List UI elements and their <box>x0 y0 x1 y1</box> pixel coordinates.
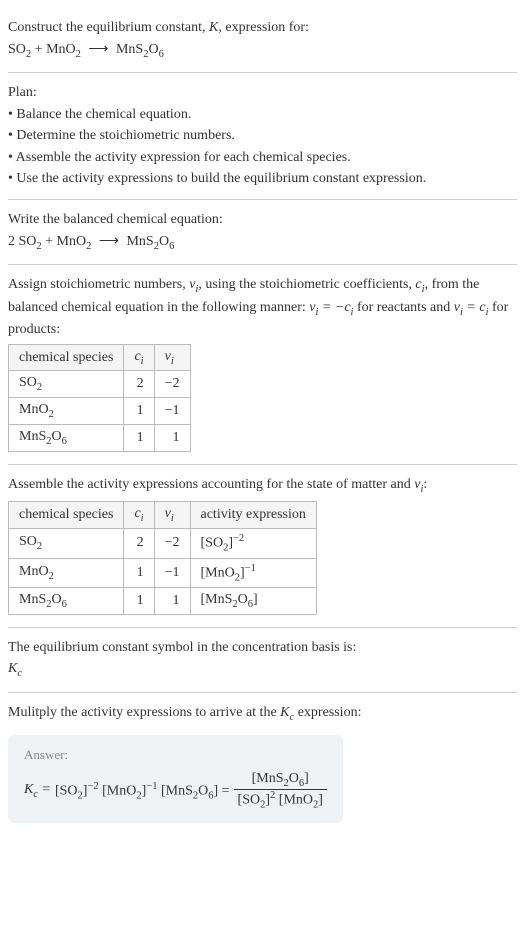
cell-species: MnO2 <box>9 398 124 425</box>
col-species: chemical species <box>9 502 124 529</box>
plan-section: Plan: • Balance the chemical equation. •… <box>8 73 517 200</box>
multiply-title: Mulitply the activity expressions to arr… <box>8 703 517 725</box>
cell-species: MnS2O6 <box>9 588 124 615</box>
multiply-section: Mulitply the activity expressions to arr… <box>8 693 517 839</box>
arrow: ⟶ <box>95 234 123 249</box>
col-ci: ci <box>124 344 154 371</box>
kc-lhs: Kc = <box>24 782 51 800</box>
cell-activity: [MnS2O6] <box>190 588 316 615</box>
cell-nui: −1 <box>154 398 190 425</box>
cell-activity: [MnO2]−1 <box>190 558 316 587</box>
table-row: MnO2 1 −1 <box>9 398 191 425</box>
unbalanced-equation: SO2 + MnO2 ⟶ MnS2O6 <box>8 40 517 62</box>
cell-species: MnO2 <box>9 558 124 587</box>
cell-nui: −2 <box>154 529 190 558</box>
text: : <box>423 477 427 492</box>
plan-bullet: • Balance the chemical equation. <box>8 105 517 125</box>
table-row: chemical species ci νi <box>9 344 191 371</box>
species: O <box>159 234 169 249</box>
species: MnO <box>46 42 76 57</box>
col-nui: νi <box>154 502 190 529</box>
plan-bullet: • Determine the stoichiometric numbers. <box>8 126 517 146</box>
activity-title: Assemble the activity expressions accoun… <box>8 475 517 497</box>
plan-bullet: • Use the activity expressions to build … <box>8 169 517 189</box>
kc-symbol: Kc <box>280 705 294 720</box>
sub: 2 <box>86 240 91 251</box>
answer-label: Answer: <box>24 747 327 763</box>
kc-product: [SO2]−2 [MnO2]−1 [MnS2O6] = <box>55 781 230 801</box>
table-row: MnO2 1 −1 [MnO2]−1 <box>9 558 317 587</box>
intro-section: Construct the equilibrium constant, K, e… <box>8 8 517 73</box>
plan-bullet: • Assemble the activity expression for e… <box>8 148 517 168</box>
cell-species: SO2 <box>9 529 124 558</box>
stoich-title: Assign stoichiometric numbers, νi, using… <box>8 275 517 340</box>
answer-box: Answer: Kc = [SO2]−2 [MnO2]−1 [MnS2O6] =… <box>8 735 343 822</box>
cell-ci: 2 <box>124 529 154 558</box>
nu-symbol: νi <box>189 277 198 292</box>
text: , using the stoichiometric coefficients, <box>198 277 415 292</box>
cell-activity: [SO2]−2 <box>190 529 316 558</box>
frac-denominator: [SO2]2 [MnO2] <box>234 790 327 810</box>
cell-nui: −1 <box>154 558 190 587</box>
stoich-section: Assign stoichiometric numbers, νi, using… <box>8 265 517 465</box>
cell-ci: 1 <box>124 398 154 425</box>
activity-table: chemical species ci νi activity expressi… <box>8 501 317 615</box>
cell-species: SO2 <box>9 371 124 398</box>
rel2: νi = ci <box>454 300 489 315</box>
cell-nui: 1 <box>154 588 190 615</box>
kc-symbol-section: The equilibrium constant symbol in the c… <box>8 628 517 693</box>
col-nui: νi <box>154 344 190 371</box>
text: , expression for: <box>218 20 309 35</box>
cell-ci: 1 <box>124 558 154 587</box>
cell-ci: 1 <box>124 425 154 452</box>
table-row: SO2 2 −2 <box>9 371 191 398</box>
plan-title: Plan: <box>8 83 517 103</box>
arrow: ⟶ <box>84 42 112 57</box>
stoich-table: chemical species ci νi SO2 2 −2 MnO2 1 −… <box>8 344 191 452</box>
table-row: MnS2O6 1 1 <box>9 425 191 452</box>
kc-fraction: [MnS2O6] [SO2]2 [MnO2] <box>234 771 327 810</box>
col-ci: ci <box>124 502 154 529</box>
species: 2 SO <box>8 234 36 249</box>
cell-nui: −2 <box>154 371 190 398</box>
c-symbol: ci <box>415 277 424 292</box>
text: for reactants and <box>353 300 453 315</box>
kc-symbol: Kc <box>8 659 517 681</box>
balanced-title: Write the balanced chemical equation: <box>8 210 517 230</box>
activity-section: Assemble the activity expressions accoun… <box>8 465 517 628</box>
frac-numerator: [MnS2O6] <box>234 771 327 790</box>
table-row: SO2 2 −2 [SO2]−2 <box>9 529 317 558</box>
table-row: MnS2O6 1 1 [MnS2O6] <box>9 588 317 615</box>
cell-ci: 1 <box>124 588 154 615</box>
species: MnS <box>116 42 143 57</box>
balanced-equation: 2 SO2 + MnO2 ⟶ MnS2O6 <box>8 232 517 254</box>
cell-nui: 1 <box>154 425 190 452</box>
kc-expression: Kc = [SO2]−2 [MnO2]−1 [MnS2O6] = [MnS2O6… <box>24 771 327 810</box>
text: expression: <box>294 705 361 720</box>
col-species: chemical species <box>9 344 124 371</box>
text: Assign stoichiometric numbers, <box>8 277 189 292</box>
cell-species: MnS2O6 <box>9 425 124 452</box>
balanced-section: Write the balanced chemical equation: 2 … <box>8 200 517 265</box>
intro-line1: Construct the equilibrium constant, K, e… <box>8 18 517 38</box>
k-symbol: K <box>209 20 218 35</box>
species: SO <box>8 42 26 57</box>
table-row: chemical species ci νi activity expressi… <box>9 502 317 529</box>
text: Assemble the activity expressions accoun… <box>8 477 414 492</box>
rel1: νi = −ci <box>309 300 353 315</box>
plus: + <box>31 42 46 57</box>
sub: 6 <box>169 240 174 251</box>
kc-title: The equilibrium constant symbol in the c… <box>8 638 517 658</box>
sub: 6 <box>159 48 164 59</box>
col-activity: activity expression <box>190 502 316 529</box>
text: Construct the equilibrium constant, <box>8 20 209 35</box>
species: MnS <box>126 234 153 249</box>
sub: 2 <box>76 48 81 59</box>
text: Mulitply the activity expressions to arr… <box>8 705 280 720</box>
species: O <box>148 42 158 57</box>
species: + MnO <box>42 234 86 249</box>
cell-ci: 2 <box>124 371 154 398</box>
